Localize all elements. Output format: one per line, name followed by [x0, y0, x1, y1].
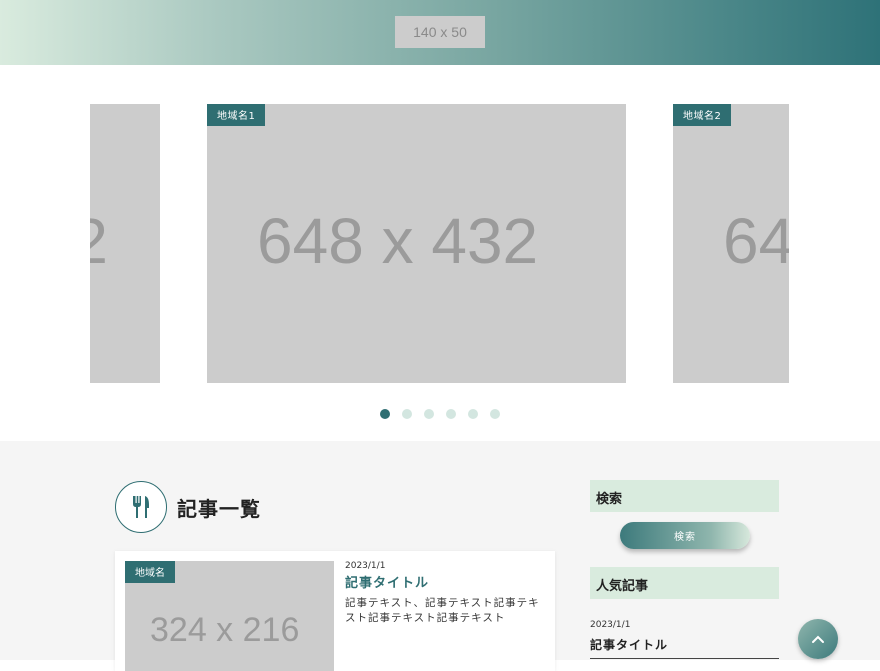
article-card[interactable]: 324 x 216 地域名 2023/1/1 記事タイトル 記事テキスト、記事テ…	[115, 551, 555, 671]
slider-dot-2[interactable]	[402, 409, 412, 419]
chevron-up-icon	[812, 635, 824, 643]
thumbnail-placeholder-label: 324 x 216	[150, 611, 300, 649]
article-region-tag: 地域名	[125, 561, 175, 583]
slide-region-tag: 地域名1	[207, 104, 266, 126]
slider-dot-6[interactable]	[490, 409, 500, 419]
slide-placeholder-label: 648 x 432	[257, 205, 539, 277]
popular-article-date: 2023/1/1	[590, 620, 631, 630]
search-button[interactable]: 検索	[620, 522, 750, 549]
slider-dot-5[interactable]	[468, 409, 478, 419]
main-content: 記事一覧 324 x 216 地域名 2023/1/1 記事タイトル 記事テキス…	[0, 441, 880, 671]
popular-article-title[interactable]: 記事タイトル	[590, 636, 668, 653]
popular-divider	[590, 658, 779, 659]
back-to-top-button[interactable]	[798, 619, 838, 659]
article-excerpt: 記事テキスト、記事テキスト記事テキスト記事テキスト記事テキスト	[345, 597, 540, 624]
page-title: 記事一覧	[177, 496, 261, 521]
article-date: 2023/1/1	[345, 561, 386, 571]
slider-dot-3[interactable]	[424, 409, 434, 419]
slide-next[interactable]: 648 x 432 地域名2	[673, 104, 789, 383]
articles-heading: 記事一覧	[115, 481, 261, 533]
slider-pagination	[0, 409, 880, 419]
slide-placeholder-label: 648 x 432	[723, 205, 789, 277]
site-logo[interactable]: 140 x 50	[395, 16, 485, 48]
slider-dot-1[interactable]	[380, 409, 390, 419]
slide-current[interactable]: 648 x 432 地域名1	[207, 104, 626, 383]
site-header: 140 x 50	[0, 0, 880, 65]
slide-region-tag: 地域名2	[673, 104, 732, 126]
fork-knife-icon	[115, 481, 167, 533]
slide-previous[interactable]: 648 x 432	[90, 104, 160, 383]
slide-placeholder-label: 648 x 432	[90, 205, 108, 277]
hero-slider: 648 x 432 648 x 432 地域名1 648 x 432 地域名2	[0, 65, 880, 441]
article-thumbnail[interactable]: 324 x 216 地域名	[125, 561, 334, 671]
article-title[interactable]: 記事タイトル	[345, 572, 429, 591]
search-heading: 検索	[590, 480, 779, 512]
slider-dot-4[interactable]	[446, 409, 456, 419]
popular-heading: 人気記事	[590, 567, 779, 599]
